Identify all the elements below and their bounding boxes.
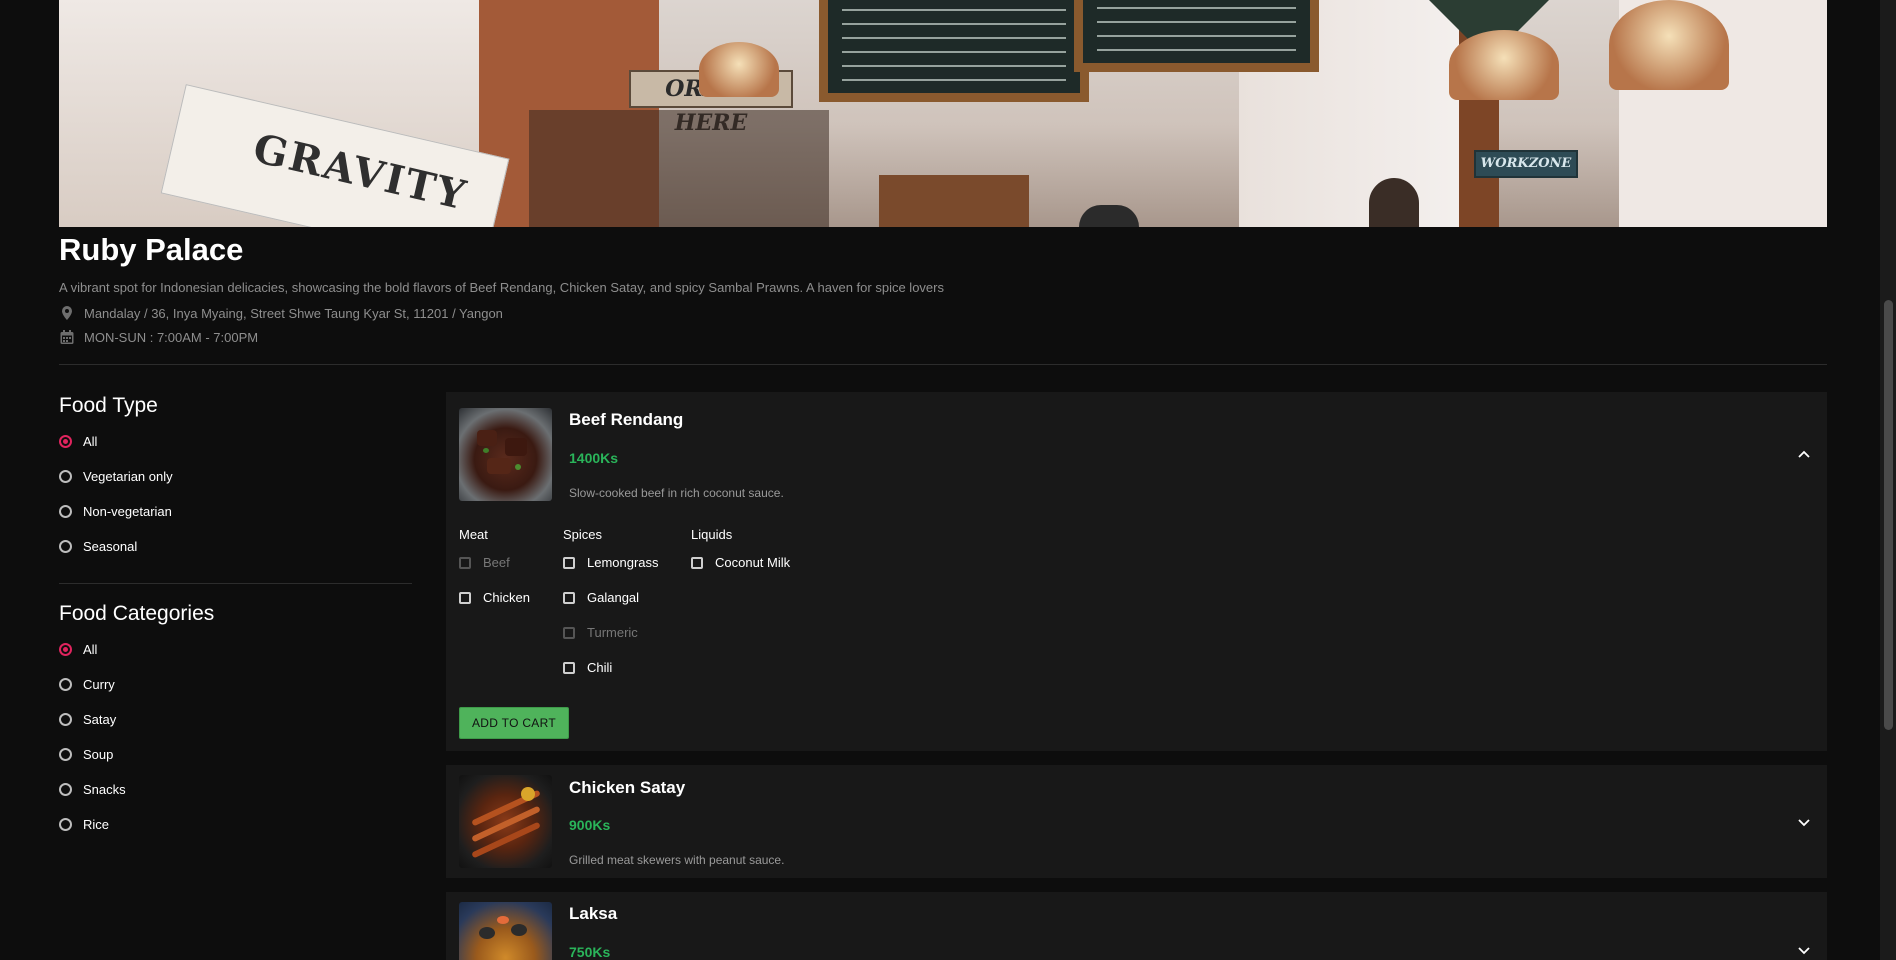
- radio-button[interactable]: [59, 435, 72, 448]
- dish-image-chicken-satay: [459, 775, 552, 868]
- food-type-title: Food Type: [59, 394, 158, 417]
- food-type-option-non-vegetarian[interactable]: Non-vegetarian: [59, 504, 172, 519]
- radio-button[interactable]: [59, 470, 72, 483]
- checkbox-label: Turmeric: [587, 625, 638, 640]
- ingredient-checkbox-chili[interactable]: Chili: [563, 660, 612, 675]
- checkbox[interactable]: [563, 661, 575, 674]
- radio-label: Seasonal: [83, 539, 138, 554]
- ingredient-checkbox-coconut-milk[interactable]: Coconut Milk: [691, 555, 790, 570]
- radio-label: Rice: [83, 817, 110, 832]
- category-option-rice[interactable]: Rice: [59, 817, 109, 832]
- ingredient-group-spices: Spices: [563, 527, 603, 542]
- radio-label: Soup: [83, 747, 114, 762]
- checkbox-label: Chili: [587, 660, 613, 675]
- checkbox-label: Lemongrass: [587, 555, 659, 570]
- radio-button[interactable]: [59, 748, 72, 761]
- ingredient-checkbox-turmeric: Turmeric: [563, 625, 638, 640]
- location-pin-icon: [62, 306, 72, 320]
- food-type-option-vegetarian[interactable]: Vegetarian only: [59, 469, 173, 484]
- ingredient-group-liquids: Liquids: [691, 527, 733, 542]
- dish-description: Slow-cooked beef in rich coconut sauce.: [569, 486, 784, 500]
- radio-button[interactable]: [59, 678, 72, 691]
- menu-item-card-laksa[interactable]: Laksa 750Ks: [446, 892, 1827, 960]
- expand-toggle[interactable]: [1795, 941, 1813, 959]
- dish-name: Beef Rendang: [569, 410, 684, 429]
- category-option-all[interactable]: All: [59, 642, 97, 657]
- expand-toggle[interactable]: [1795, 813, 1813, 831]
- ingredient-checkbox-lemongrass[interactable]: Lemongrass: [563, 555, 659, 570]
- menu-item-card-beef-rendang: Beef Rendang 1400Ks Slow-cooked beef in …: [446, 392, 1827, 751]
- checkbox[interactable]: [563, 556, 575, 569]
- dish-image-laksa: [459, 902, 552, 960]
- category-option-soup[interactable]: Soup: [59, 747, 113, 762]
- radio-label: All: [83, 642, 98, 657]
- dish-name: Chicken Satay: [569, 778, 686, 797]
- ingredient-group-meat: Meat: [459, 527, 488, 542]
- restaurant-hours-row: MON-SUN : 7:00AM - 7:00PM: [59, 329, 258, 345]
- header-divider: [59, 364, 1827, 365]
- dish-name: Laksa: [569, 904, 618, 923]
- radio-label: Vegetarian only: [83, 469, 173, 484]
- category-option-curry[interactable]: Curry: [59, 677, 115, 692]
- dish-price: 1400Ks: [569, 450, 619, 466]
- restaurant-description: A vibrant spot for Indonesian delicacies…: [59, 280, 944, 295]
- food-type-option-all[interactable]: All: [59, 434, 97, 449]
- restaurant-hours: MON-SUN : 7:00AM - 7:00PM: [84, 329, 259, 345]
- category-option-snacks[interactable]: Snacks: [59, 782, 126, 797]
- collapse-toggle[interactable]: [1795, 446, 1813, 464]
- chevron-down-icon: [1798, 947, 1810, 955]
- radio-button[interactable]: [59, 643, 72, 656]
- restaurant-hero-image: ORDER HERE WORKZONE GRAVITY: [59, 0, 1827, 227]
- radio-button[interactable]: [59, 783, 72, 796]
- checkbox[interactable]: [563, 591, 575, 604]
- category-option-satay[interactable]: Satay: [59, 712, 116, 727]
- radio-button[interactable]: [59, 713, 72, 726]
- restaurant-address: Mandalay / 36, Inya Myaing, Street Shwe …: [84, 305, 503, 321]
- food-categories-title: Food Categories: [59, 602, 215, 625]
- checkbox-label: Coconut Milk: [715, 555, 791, 570]
- menu-item-card-chicken-satay[interactable]: Chicken Satay 900Ks Grilled meat skewers…: [446, 765, 1827, 878]
- dish-price: 900Ks: [569, 817, 611, 833]
- restaurant-name: Ruby Palace: [59, 232, 244, 267]
- filter-divider: [59, 583, 412, 584]
- add-to-cart-button[interactable]: ADD TO CART: [459, 707, 569, 739]
- checkbox: [459, 556, 471, 569]
- checkbox-label: Chicken: [483, 590, 530, 605]
- radio-button[interactable]: [59, 540, 72, 553]
- page-scrollbar-track[interactable]: [1880, 0, 1896, 960]
- chevron-down-icon: [1798, 819, 1810, 827]
- workzone-sign: WORKZONE: [1474, 150, 1578, 178]
- radio-label: Satay: [83, 712, 117, 727]
- radio-label: All: [83, 434, 98, 449]
- checkbox[interactable]: [691, 556, 703, 569]
- radio-button[interactable]: [59, 818, 72, 831]
- checkbox: [563, 626, 575, 639]
- radio-button[interactable]: [59, 505, 72, 518]
- dish-image-beef-rendang: [459, 408, 552, 501]
- restaurant-address-row: Mandalay / 36, Inya Myaing, Street Shwe …: [59, 305, 503, 321]
- ingredient-checkbox-chicken[interactable]: Chicken: [459, 590, 530, 605]
- radio-label: Non-vegetarian: [83, 504, 172, 519]
- radio-label: Curry: [83, 677, 115, 692]
- page-scrollbar-thumb[interactable]: [1884, 300, 1893, 730]
- dish-description: Grilled meat skewers with peanut sauce.: [569, 853, 785, 867]
- radio-label: Snacks: [83, 782, 126, 797]
- checkbox-label: Galangal: [587, 590, 640, 605]
- ingredient-checkbox-galangal[interactable]: Galangal: [563, 590, 639, 605]
- checkbox[interactable]: [459, 591, 471, 604]
- calendar-icon: [60, 330, 74, 344]
- food-type-option-seasonal[interactable]: Seasonal: [59, 539, 137, 554]
- checkbox-label: Beef: [483, 555, 510, 570]
- dish-price: 750Ks: [569, 944, 611, 960]
- chevron-up-icon: [1798, 450, 1810, 458]
- ingredient-checkbox-beef: Beef: [459, 555, 510, 570]
